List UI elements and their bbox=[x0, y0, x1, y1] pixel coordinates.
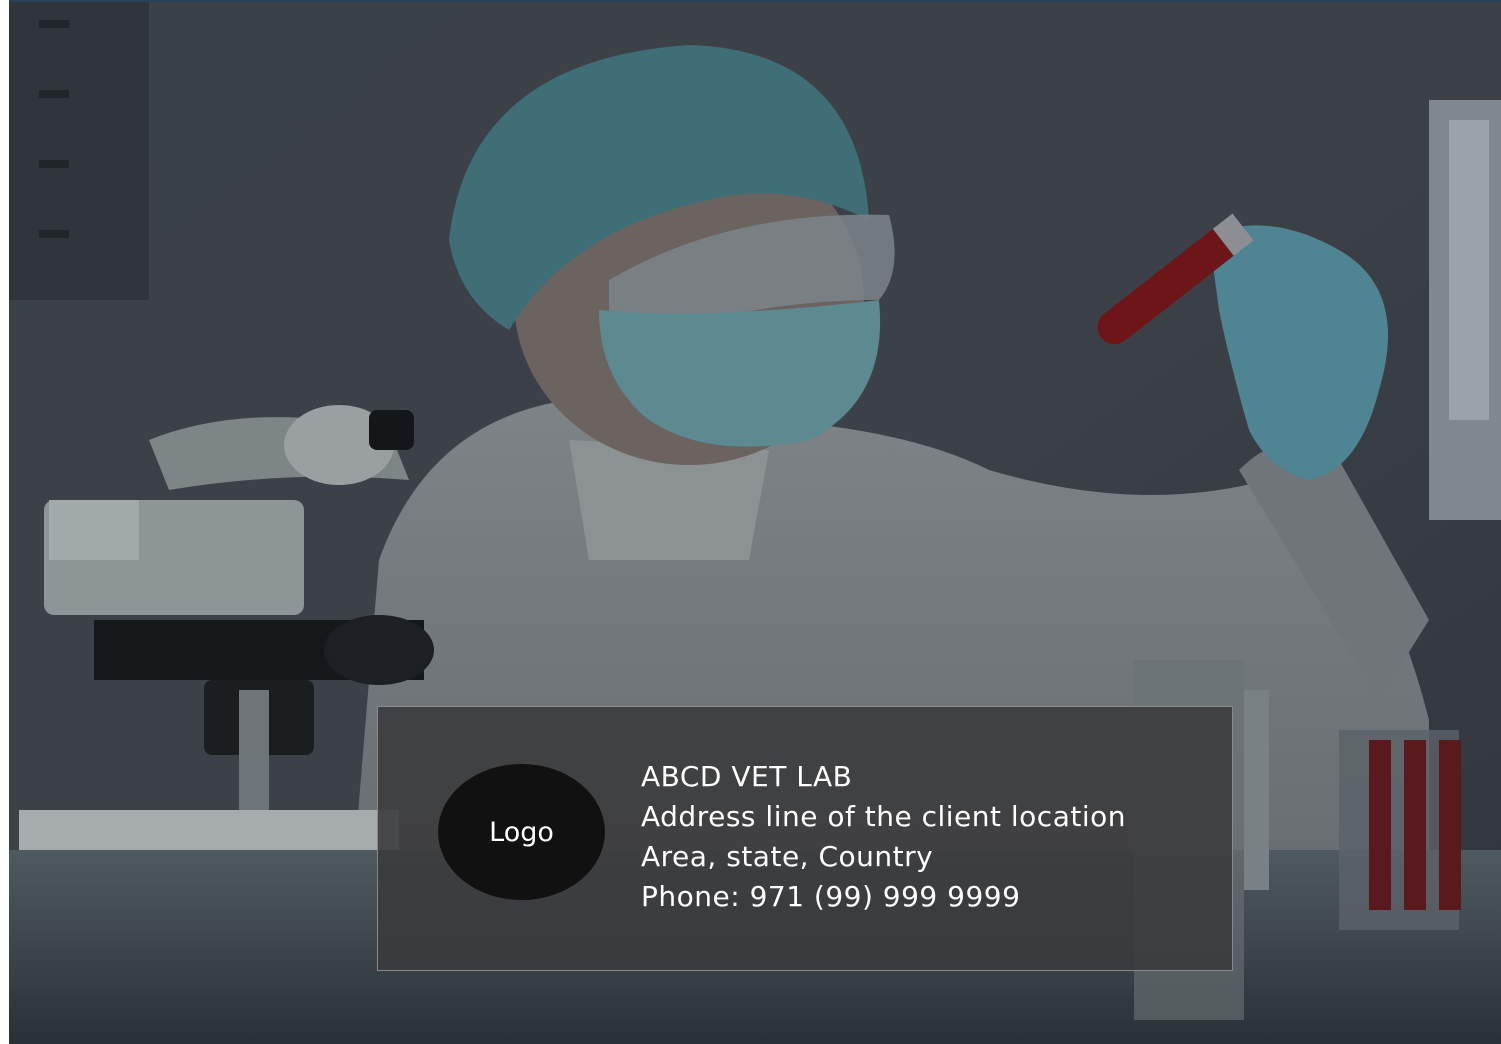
left-margin bbox=[0, 0, 9, 1044]
area-line: Area, state, Country bbox=[641, 840, 934, 873]
logo-placeholder: Logo bbox=[438, 764, 605, 900]
address-line: Address line of the client location bbox=[641, 800, 1126, 833]
logo-text: Logo bbox=[489, 816, 554, 848]
top-border bbox=[9, 0, 1501, 2]
lab-name: ABCD VET LAB bbox=[641, 760, 853, 793]
lab-info-card: Logo ABCD VET LAB Address line of the cl… bbox=[377, 706, 1233, 971]
page: Logo ABCD VET LAB Address line of the cl… bbox=[0, 0, 1501, 1044]
phone-line: Phone: 971 (99) 999 9999 bbox=[641, 880, 1021, 913]
lab-details: ABCD VET LAB Address line of the client … bbox=[641, 757, 1126, 917]
